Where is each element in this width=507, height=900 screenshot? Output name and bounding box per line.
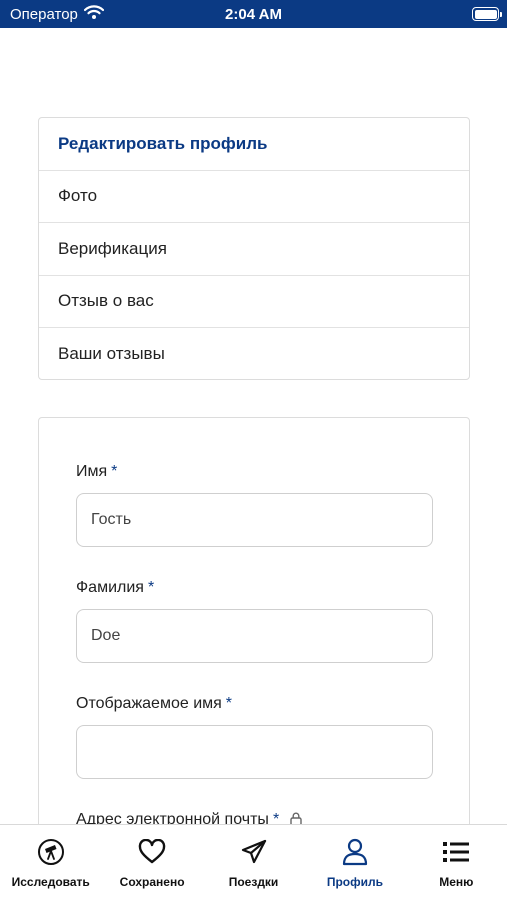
first-name-label: Имя *	[76, 463, 117, 481]
status-bar: Оператор 2:04 AM	[0, 0, 507, 28]
wifi-icon	[83, 5, 104, 23]
menu-item-photo[interactable]: Фото	[39, 171, 469, 223]
tab-profile-label: Профиль	[326, 875, 383, 889]
tab-explore-label: Исследовать	[11, 875, 90, 889]
tab-trips-label: Поездки	[228, 875, 279, 889]
required-marker: *	[272, 811, 280, 824]
menu-item-verification[interactable]: Верификация	[39, 223, 469, 276]
list-icon	[442, 838, 470, 866]
display-name-label-text: Отображаемое имя	[76, 695, 222, 712]
tab-menu[interactable]: Меню	[406, 825, 507, 900]
display-name-label: Отображаемое имя *	[76, 695, 232, 713]
display-name-input[interactable]	[76, 725, 433, 779]
user-icon	[342, 838, 368, 866]
profile-menu: Редактировать профиль Фото Верификация О…	[38, 117, 470, 380]
last-name-label: Фамилия *	[76, 579, 154, 597]
page-content: Редактировать профиль Фото Верификация О…	[0, 28, 507, 824]
required-marker: *	[147, 579, 155, 596]
tab-profile[interactable]: Профиль	[304, 825, 405, 900]
telescope-icon	[37, 838, 65, 866]
menu-item-edit-profile[interactable]: Редактировать профиль	[39, 118, 469, 171]
tab-explore[interactable]: Исследовать	[0, 825, 101, 900]
menu-item-your-reviews[interactable]: Ваши отзывы	[39, 328, 469, 381]
menu-item-reviews-about-you[interactable]: Отзыв о вас	[39, 276, 469, 328]
tab-menu-label: Меню	[439, 875, 474, 889]
first-name-input[interactable]	[76, 493, 433, 547]
tab-trips[interactable]: Поездки	[203, 825, 304, 900]
paper-plane-icon	[240, 838, 268, 866]
required-marker: *	[111, 463, 118, 480]
last-name-input[interactable]	[76, 609, 433, 663]
status-left: Оператор	[10, 5, 104, 23]
first-name-label-text: Имя	[76, 463, 108, 480]
profile-form: Имя* Фамилия* Отображаемое имя* Адрес эл…	[38, 417, 470, 824]
tab-saved-label: Сохранено	[119, 875, 185, 889]
email-label-text: Адрес электронной почты	[76, 811, 269, 824]
carrier-name: Оператор	[10, 5, 78, 23]
battery-icon	[472, 7, 502, 21]
tab-saved[interactable]: Сохранено	[101, 825, 202, 900]
last-name-label-text: Фамилия	[76, 579, 144, 596]
email-label: Адрес электронной почты *	[76, 811, 302, 824]
lock-icon	[289, 812, 302, 824]
required-marker: *	[225, 695, 233, 712]
heart-icon	[138, 838, 166, 866]
tab-bar: Исследовать Сохранено Поездки Профиль Ме…	[0, 824, 507, 900]
